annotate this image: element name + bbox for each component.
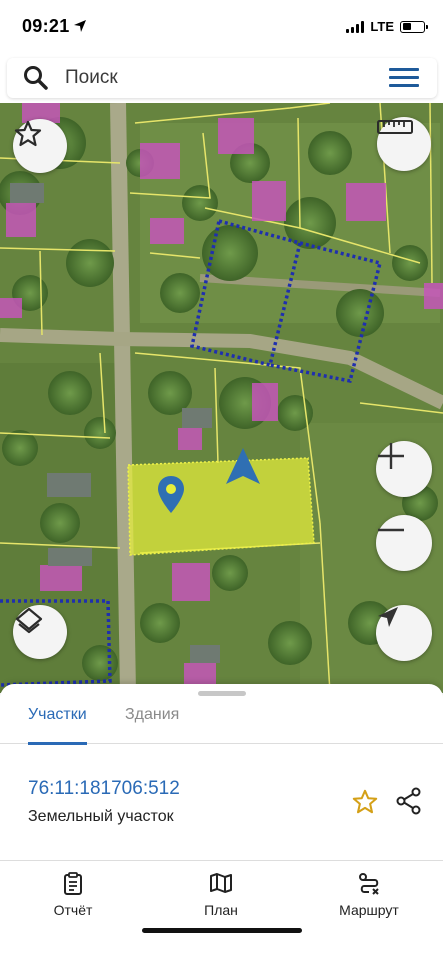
- tab-buildings[interactable]: Здания: [125, 706, 179, 744]
- home-indicator: [142, 928, 302, 933]
- navigation-arrow-icon: [378, 607, 398, 627]
- plus-icon: [378, 443, 404, 469]
- nav-route-label: Маршрут: [339, 902, 399, 918]
- bottom-nav: Отчёт План Маршрут: [0, 862, 443, 922]
- minus-icon: [378, 528, 404, 532]
- status-bar: 09:21 LTE: [0, 0, 443, 56]
- parcel-type: Земельный участок: [28, 808, 174, 825]
- star-icon[interactable]: [351, 788, 379, 821]
- nav-route[interactable]: Маршрут: [324, 872, 414, 918]
- search-input[interactable]: [65, 58, 365, 98]
- nav-plan-label: План: [204, 902, 238, 918]
- search-bar: [7, 58, 437, 98]
- sheet-drag-handle[interactable]: [198, 691, 246, 696]
- layers-button[interactable]: [13, 605, 67, 659]
- star-outline-icon: [14, 120, 42, 147]
- tab-parcels[interactable]: Участки: [28, 706, 87, 745]
- bottom-sheet: Участки Здания 76:11:181706:512 Земельны…: [0, 684, 443, 960]
- status-indicators: LTE: [346, 19, 428, 34]
- nav-report-label: Отчёт: [53, 902, 93, 918]
- zoom-out-button[interactable]: [376, 515, 432, 571]
- nav-plan[interactable]: План: [176, 872, 266, 918]
- route-icon: [324, 872, 414, 896]
- report-icon: [28, 872, 118, 896]
- signal-icon: [346, 20, 365, 33]
- nav-report[interactable]: Отчёт: [28, 872, 118, 918]
- search-icon[interactable]: [23, 65, 49, 96]
- ruler-icon: [377, 120, 413, 134]
- menu-icon[interactable]: [389, 68, 421, 88]
- cadastral-number[interactable]: 76:11:181706:512: [28, 778, 180, 800]
- network-type: LTE: [370, 19, 394, 34]
- ruler-button[interactable]: [377, 117, 431, 171]
- my-location-button[interactable]: [376, 605, 432, 661]
- location-arrow-icon: [73, 19, 87, 38]
- layers-icon: [15, 607, 43, 634]
- zoom-in-button[interactable]: [376, 441, 432, 497]
- map-plan-icon: [176, 872, 266, 896]
- sheet-tabs: Участки Здания: [0, 702, 443, 745]
- status-time: 09:21: [22, 16, 70, 36]
- favorite-map-button[interactable]: [13, 119, 67, 173]
- parcel-card[interactable]: 76:11:181706:512 Земельный участок: [0, 746, 443, 861]
- map-view[interactable]: [0, 103, 443, 693]
- share-icon[interactable]: [395, 787, 423, 820]
- battery-icon: [400, 20, 428, 33]
